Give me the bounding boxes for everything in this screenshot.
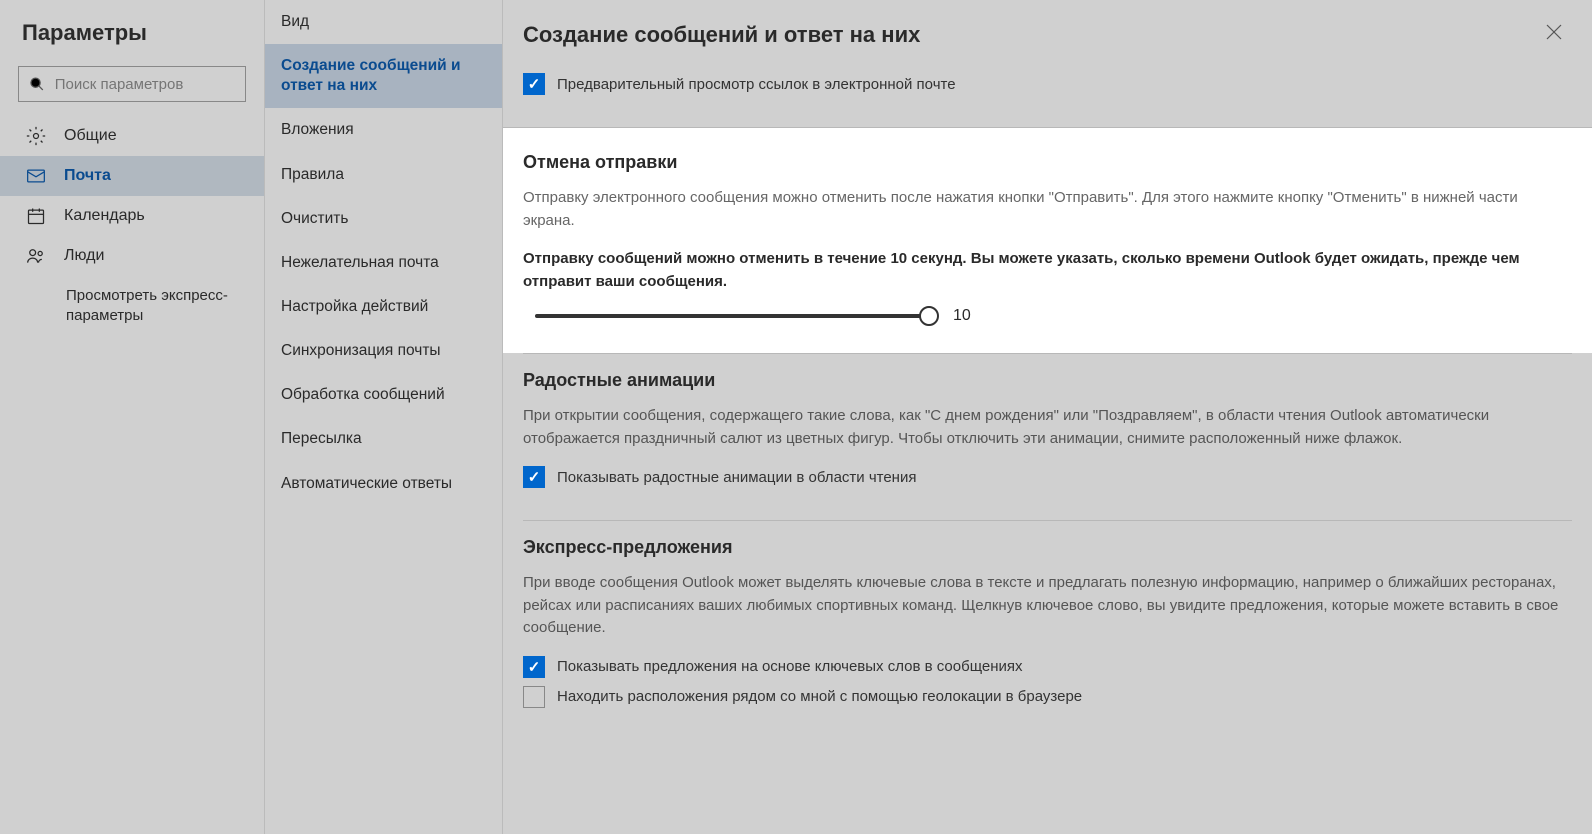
settings-title: Параметры xyxy=(0,20,264,66)
undo-slider-value: 10 xyxy=(953,307,971,325)
checkbox-label: Находить расположения рядом со мной с по… xyxy=(557,688,1082,705)
subnav-auto-replies[interactable]: Автоматические ответы xyxy=(265,462,502,506)
people-icon xyxy=(26,246,46,266)
section-suggestions: Экспресс-предложения При вводе сообщения… xyxy=(523,520,1572,740)
checkbox-row-link-preview: Предварительный просмотр ссылок в электр… xyxy=(523,73,1572,95)
category-mail[interactable]: Почта xyxy=(0,156,264,196)
section-title: Отмена отправки xyxy=(523,152,1572,173)
checkbox-row-joyful: Показывать радостные анимации в области … xyxy=(523,466,1572,488)
calendar-icon xyxy=(26,206,46,226)
undo-slider[interactable] xyxy=(535,314,929,318)
section-joyful-animations: Радостные анимации При открытии сообщени… xyxy=(523,353,1572,520)
settings-scroll[interactable]: Предварительный просмотр ссылок в электр… xyxy=(503,65,1592,834)
mail-subnav: Вид Создание сообщений и ответ на них Вл… xyxy=(264,0,502,834)
settings-search[interactable] xyxy=(18,66,246,102)
settings-main: Создание сообщений и ответ на них Предва… xyxy=(502,0,1592,834)
checkbox-geolocation[interactable] xyxy=(523,686,545,708)
section-link-preview: Предварительный просмотр ссылок в электр… xyxy=(523,73,1572,127)
settings-search-input[interactable] xyxy=(55,76,235,93)
subnav-sync[interactable]: Синхронизация почты xyxy=(265,329,502,373)
subnav-actions[interactable]: Настройка действий xyxy=(265,285,502,329)
checkbox-label: Показывать предложения на основе ключевы… xyxy=(557,658,1023,675)
mail-icon xyxy=(26,166,46,186)
subnav-compose-reply[interactable]: Создание сообщений и ответ на них xyxy=(265,44,502,108)
checkbox-label: Предварительный просмотр ссылок в электр… xyxy=(557,76,956,93)
undo-slider-thumb[interactable] xyxy=(919,306,939,326)
undo-slider-row: 10 xyxy=(523,307,1572,325)
subnav-attachments[interactable]: Вложения xyxy=(265,108,502,152)
section-title: Радостные анимации xyxy=(523,370,1572,391)
checkbox-joyful-animations[interactable] xyxy=(523,466,545,488)
checkbox-link-preview[interactable] xyxy=(523,73,545,95)
section-bold-text: Отправку сообщений можно отменить в тече… xyxy=(523,248,1572,293)
gear-icon xyxy=(26,126,46,146)
category-calendar[interactable]: Календарь xyxy=(0,196,264,236)
subnav-junk[interactable]: Нежелательная почта xyxy=(265,241,502,285)
subnav-message-handling[interactable]: Обработка сообщений xyxy=(265,373,502,417)
quick-settings-link[interactable]: Просмотреть экспресс-параметры xyxy=(0,276,264,335)
checkbox-row-geolocation: Находить расположения рядом со мной с по… xyxy=(523,686,1572,708)
section-description: При вводе сообщения Outlook может выделя… xyxy=(523,572,1572,640)
main-header: Создание сообщений и ответ на них xyxy=(503,0,1592,65)
subnav-sweep[interactable]: Очистить xyxy=(265,197,502,241)
category-label: Календарь xyxy=(64,207,145,225)
category-label: Почта xyxy=(64,167,111,185)
checkbox-label: Показывать радостные анимации в области … xyxy=(557,469,916,486)
section-undo-send: Отмена отправки Отправку электронного со… xyxy=(503,127,1592,353)
main-title: Создание сообщений и ответ на них xyxy=(523,22,920,48)
category-label: Люди xyxy=(64,247,104,265)
settings-sidebar: Параметры Общие Почта Календарь Люди Про… xyxy=(0,0,264,834)
section-description: Отправку электронного сообщения можно от… xyxy=(523,187,1572,232)
category-people[interactable]: Люди xyxy=(0,236,264,276)
subnav-rules[interactable]: Правила xyxy=(265,153,502,197)
checkbox-suggest-keywords[interactable] xyxy=(523,656,545,678)
search-icon xyxy=(29,75,45,93)
subnav-layout[interactable]: Вид xyxy=(265,0,502,44)
close-icon xyxy=(1546,24,1562,40)
section-title: Экспресс-предложения xyxy=(523,537,1572,558)
category-label: Общие xyxy=(64,127,117,145)
close-button[interactable] xyxy=(1542,20,1566,49)
subnav-forwarding[interactable]: Пересылка xyxy=(265,417,502,461)
category-general[interactable]: Общие xyxy=(0,116,264,156)
section-description: При открытии сообщения, содержащего таки… xyxy=(523,405,1572,450)
checkbox-row-suggest-keywords: Показывать предложения на основе ключевы… xyxy=(523,656,1572,678)
